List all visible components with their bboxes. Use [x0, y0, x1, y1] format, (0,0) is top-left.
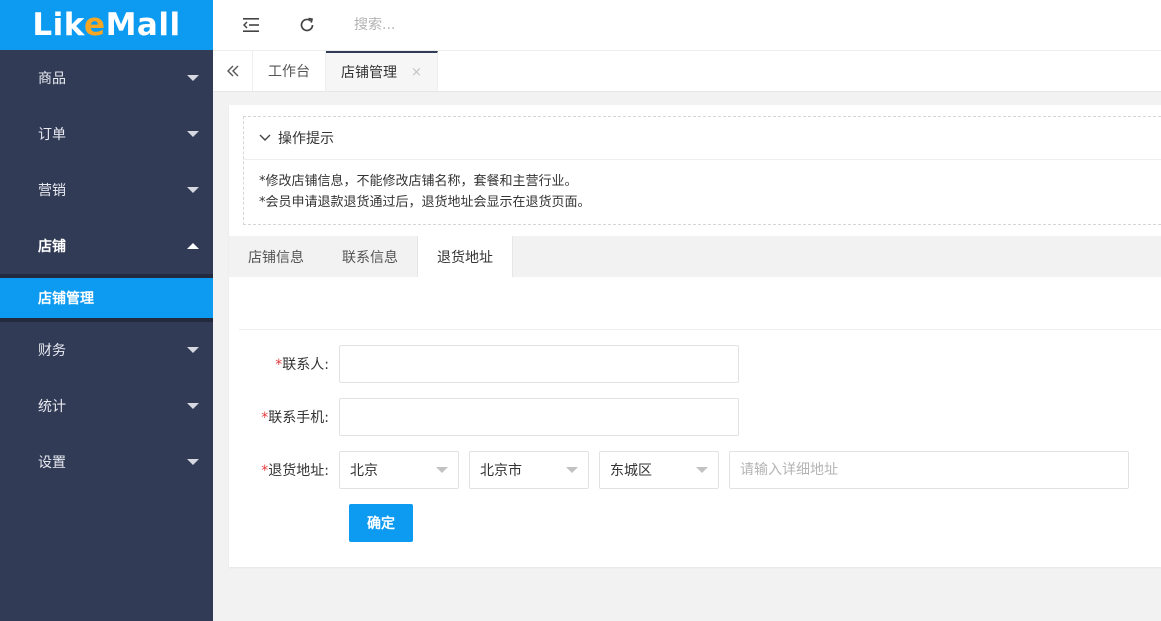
caret-down-icon: [187, 75, 199, 81]
sidebar-item-orders[interactable]: 订单: [0, 106, 213, 162]
page-tabstrip: 工作台 店铺管理 ×: [213, 51, 1161, 92]
sidebar-item-label: 财务: [38, 343, 66, 359]
sidebar-item-label: 统计: [38, 399, 66, 415]
caret-down-icon: [187, 459, 199, 465]
logo-text: LikeMall: [32, 7, 181, 43]
sidebar-subitem-shop-management[interactable]: 店铺管理: [0, 278, 213, 318]
sidebar: LikeMall 商品 订单 营销 店铺 店铺管理 财务 统计 设置: [0, 0, 213, 621]
caret-down-icon: [696, 467, 708, 473]
district-select[interactable]: 东城区: [599, 451, 719, 489]
sidebar-item-finance[interactable]: 财务: [0, 322, 213, 378]
tips-title: 操作提示: [278, 131, 334, 147]
sidebar-item-label: 营销: [38, 183, 66, 199]
tab-label: 店铺管理: [341, 65, 397, 81]
detail-address-input[interactable]: [729, 451, 1129, 489]
confirm-button[interactable]: 确定: [349, 504, 413, 542]
contact-label: *联系人:: [275, 357, 329, 373]
tab-workbench[interactable]: 工作台: [253, 51, 326, 91]
caret-up-icon: [187, 243, 199, 249]
divider: [239, 329, 1161, 330]
address-label: *退货地址:: [261, 463, 329, 479]
phone-label: *联系手机:: [261, 410, 329, 426]
sidebar-item-goods[interactable]: 商品: [0, 50, 213, 106]
address-row: *退货地址: 北京 北京市 东城区: [229, 451, 1129, 489]
tab-shop-info[interactable]: 店铺信息: [229, 236, 323, 277]
tips-body: *修改店铺信息，不能修改店铺名称，套餐和主营行业。 *会员申请退款退货通过后，退…: [244, 160, 1161, 213]
sidebar-item-label: 设置: [38, 455, 66, 471]
phone-row: *联系手机:: [229, 398, 739, 436]
caret-down-icon: [187, 131, 199, 137]
sidebar-item-label: 商品: [38, 71, 66, 87]
tab-return-address[interactable]: 退货地址: [417, 236, 513, 277]
caret-down-icon: [436, 467, 448, 473]
caret-down-icon: [187, 187, 199, 193]
topbar: [213, 0, 1161, 51]
tips-header[interactable]: 操作提示: [244, 117, 1161, 160]
phone-input[interactable]: [339, 398, 739, 436]
caret-down-icon: [566, 467, 578, 473]
tab-contact-info[interactable]: 联系信息: [323, 236, 417, 277]
tab-shop-management[interactable]: 店铺管理 ×: [326, 51, 438, 91]
contact-name-input[interactable]: [339, 345, 739, 383]
province-select[interactable]: 北京: [339, 451, 459, 489]
select-value: 北京: [350, 463, 378, 479]
sidebar-item-label: 订单: [38, 127, 66, 143]
select-value: 北京市: [480, 463, 522, 479]
sidebar-item-label: 店铺: [38, 239, 66, 255]
sidebar-item-marketing[interactable]: 营销: [0, 162, 213, 218]
tip-line: *修改店铺信息，不能修改店铺名称，套餐和主营行业。: [259, 174, 578, 189]
select-value: 东城区: [610, 463, 652, 479]
collapse-menu-icon[interactable]: [232, 6, 270, 44]
contact-row: *联系人:: [229, 345, 739, 383]
sidebar-submenu: 店铺管理: [0, 274, 213, 322]
tip-line: *会员申请退款退货通过后，退货地址会显示在退货页面。: [259, 195, 591, 210]
content-panel: 操作提示 *修改店铺信息，不能修改店铺名称，套餐和主营行业。 *会员申请退款退货…: [229, 105, 1161, 567]
form-tabs: 店铺信息 联系信息 退货地址: [229, 236, 1161, 277]
chevron-down-icon: [259, 134, 271, 142]
refresh-icon[interactable]: [288, 6, 326, 44]
close-icon[interactable]: ×: [411, 65, 422, 80]
search-input[interactable]: [354, 17, 654, 33]
logo[interactable]: LikeMall: [0, 0, 213, 50]
tab-label: 工作台: [268, 64, 310, 80]
sidebar-item-settings[interactable]: 设置: [0, 434, 213, 490]
sidebar-item-shop[interactable]: 店铺: [0, 218, 213, 274]
double-chevron-left-icon[interactable]: [213, 51, 253, 91]
sidebar-item-statistics[interactable]: 统计: [0, 378, 213, 434]
tips-box: 操作提示 *修改店铺信息，不能修改店铺名称，套餐和主营行业。 *会员申请退款退货…: [243, 116, 1161, 225]
city-select[interactable]: 北京市: [469, 451, 589, 489]
caret-down-icon: [187, 347, 199, 353]
caret-down-icon: [187, 403, 199, 409]
